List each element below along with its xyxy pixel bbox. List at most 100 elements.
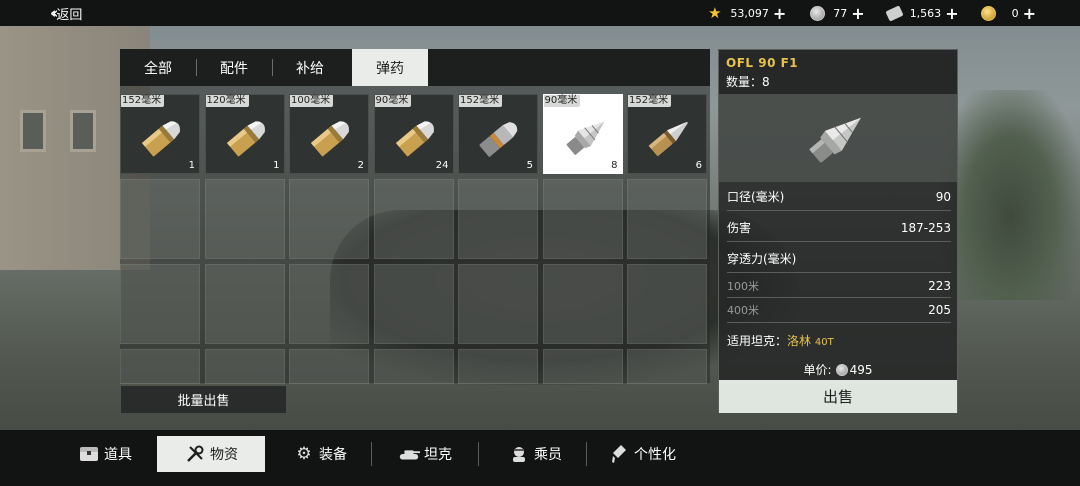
item-count: 1	[188, 160, 195, 171]
stat-damage: 伤害 187-253	[727, 219, 951, 236]
tank-name: 洛林	[787, 334, 812, 348]
nav-props[interactable]: 道具	[78, 436, 158, 472]
sell-button[interactable]: 出售	[719, 380, 957, 413]
currency-value: 77	[833, 6, 848, 20]
empty-slot[interactable]	[373, 349, 454, 384]
banded-shell-icon	[479, 122, 518, 157]
item-preview	[719, 94, 957, 182]
empty-slot[interactable]	[458, 264, 538, 344]
inventory-panel: 全部 配件 补给 弹药 152毫米 1 120毫米 1 100毫米 2 90毫米…	[120, 49, 710, 384]
empty-slot[interactable]	[204, 349, 285, 384]
gold-coin-icon	[980, 5, 996, 21]
add-gold-button[interactable]: +	[1023, 4, 1036, 23]
gold-shell-icon	[141, 121, 180, 157]
item-grid: 152毫米 1 120毫米 1 100毫米 2 90毫米 24 152毫米 5 …	[120, 94, 710, 384]
stat-pen-400: 400米 205	[727, 302, 951, 318]
tab-ammo[interactable]: 弹药	[352, 49, 428, 86]
item-slot[interactable]: 120毫米 1	[204, 94, 285, 174]
item-count: 5	[526, 160, 533, 171]
bulk-sell-button[interactable]: 批量出售	[121, 386, 286, 413]
item-slot[interactable]: 152毫米 1	[120, 94, 200, 174]
empty-slot[interactable]	[458, 349, 538, 384]
tab-parts[interactable]: 配件	[196, 49, 272, 86]
add-star-button[interactable]: +	[773, 4, 786, 23]
empty-slot[interactable]	[373, 264, 454, 344]
item-slot-selected[interactable]: 90毫米 8	[542, 94, 623, 174]
item-slot[interactable]: 152毫米 5	[458, 94, 538, 174]
gold-shell-icon	[226, 121, 265, 157]
currency-gold: 0 +	[980, 0, 1036, 26]
empty-slot[interactable]	[542, 349, 623, 384]
currency-star: ★ 53,097 +	[707, 0, 786, 26]
currency-silver: 77 +	[810, 0, 865, 26]
bond-icon	[885, 4, 904, 22]
nav-tanks[interactable]: 坦克	[398, 436, 478, 472]
tank-suffix: 40T	[814, 337, 834, 348]
caliber-label: 90毫米	[374, 95, 412, 107]
item-count: 6	[695, 160, 702, 171]
spike-shell-icon	[566, 121, 604, 155]
back-button[interactable]: ‹‹ 返回	[50, 4, 82, 23]
empty-slot[interactable]	[542, 264, 623, 344]
tab-supplies[interactable]: 补给	[272, 49, 348, 86]
nav-customize[interactable]: 个性化	[608, 436, 698, 472]
item-count: 24	[435, 160, 449, 171]
long-shell-icon	[648, 121, 688, 157]
item-name: OFL 90 F1	[726, 56, 799, 70]
item-detail-panel: OFL 90 F1 数量：8 口径(毫米) 90 伤害 187-253 穿透力(…	[718, 49, 958, 413]
building-window	[70, 110, 96, 152]
currency-value: 0	[1011, 6, 1019, 20]
compatible-tanks: 适用坦克：洛林 40T	[727, 332, 834, 349]
nav-label: 坦克	[424, 447, 452, 463]
empty-slot[interactable]	[204, 179, 285, 259]
empty-slot[interactable]	[627, 264, 707, 344]
tab-all[interactable]: 全部	[120, 49, 196, 86]
chest-icon	[78, 444, 100, 464]
star-icon: ★	[708, 4, 722, 22]
empty-slot[interactable]	[204, 264, 285, 344]
divider	[727, 297, 951, 298]
add-bond-button[interactable]: +	[945, 4, 958, 23]
nav-equipment[interactable]: ⚙ 装备	[293, 436, 373, 472]
category-tabs: 全部 配件 补给 弹药	[120, 49, 710, 86]
tools-icon	[184, 444, 206, 464]
empty-slot[interactable]	[120, 349, 200, 384]
tank-icon	[398, 444, 420, 464]
spike-shell-icon	[809, 117, 861, 163]
add-silver-button[interactable]: +	[851, 4, 864, 23]
item-slot[interactable]: 152毫米 6	[627, 94, 707, 174]
nav-label: 乘员	[534, 447, 562, 463]
empty-slot[interactable]	[458, 179, 538, 259]
item-slot[interactable]: 90毫米 24	[373, 94, 454, 174]
gear-icon: ⚙	[296, 444, 312, 464]
gold-shell-icon	[310, 121, 349, 157]
stat-value: 223	[928, 279, 951, 293]
bottom-nav: 道具 物资 ⚙ 装备 坦克 乘员 个性化	[0, 430, 1080, 486]
divider	[586, 442, 587, 466]
stat-label: 穿透力(毫米)	[727, 252, 797, 266]
empty-slot[interactable]	[627, 179, 707, 259]
empty-slot[interactable]	[120, 179, 200, 259]
empty-slot[interactable]	[289, 349, 369, 384]
empty-slot[interactable]	[373, 179, 454, 259]
currency-bond: 1,563 +	[885, 0, 959, 26]
item-slot[interactable]: 100毫米 2	[289, 94, 369, 174]
nav-materials[interactable]: 物资	[157, 436, 265, 472]
empty-slot[interactable]	[120, 264, 200, 344]
empty-slot[interactable]	[289, 179, 369, 259]
item-count: 1	[273, 160, 280, 171]
empty-slot[interactable]	[542, 179, 623, 259]
empty-slot[interactable]	[627, 349, 707, 384]
unit-price: 单价: 495	[719, 361, 957, 378]
divider	[727, 272, 951, 273]
caliber-label: 100毫米	[290, 95, 334, 107]
detail-header: OFL 90 F1 数量：8	[719, 50, 957, 94]
nav-crew[interactable]: 乘员	[508, 436, 588, 472]
stat-pen-100: 100米 223	[727, 278, 951, 294]
divider	[371, 442, 372, 466]
nav-label: 个性化	[634, 447, 676, 463]
nav-label: 道具	[104, 447, 132, 463]
stat-label: 400米	[727, 304, 759, 317]
top-bar: ‹‹ 返回 ★ 53,097 + 77 + 1,563 + 0 +	[0, 0, 1080, 26]
empty-slot[interactable]	[289, 264, 369, 344]
